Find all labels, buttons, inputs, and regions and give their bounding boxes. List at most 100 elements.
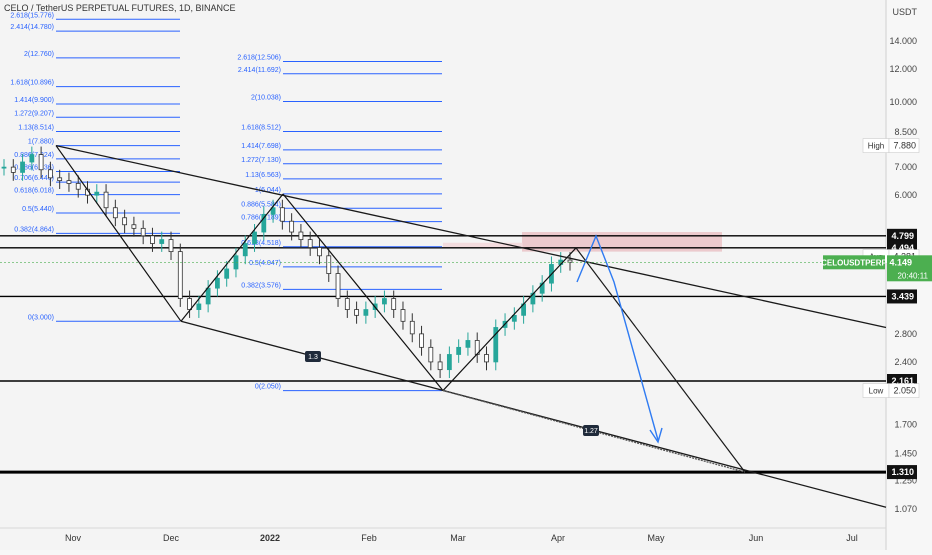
- channel-ratio-label: 1.3: [308, 354, 318, 361]
- candle-body: [428, 346, 434, 363]
- y-tick-label: 14.000: [889, 36, 917, 46]
- fib-label: 2(10.038): [251, 95, 281, 102]
- fib-label: 1.618(10.896): [10, 80, 54, 87]
- candle-body: [159, 239, 165, 244]
- candle-body: [335, 273, 341, 299]
- level-tag-label: 3.439: [891, 291, 914, 301]
- candle-body: [465, 340, 471, 348]
- fib-label: 0.618(6.018): [14, 188, 54, 195]
- stat-name: Low: [869, 387, 884, 396]
- x-tick-label: Jun: [749, 533, 764, 543]
- fib-label: 1.13(8.514): [18, 124, 54, 131]
- fib-label: 2.618(12.506): [237, 55, 281, 62]
- y-unit-label: USDT: [893, 7, 918, 17]
- candle-body: [279, 207, 285, 222]
- candle-body: [567, 259, 573, 263]
- fib-label: 2.414(11.692): [238, 67, 281, 74]
- x-tick-label: Nov: [65, 533, 82, 543]
- fib-label: 2(12.760): [24, 51, 54, 58]
- channel-ratio-label: 1.27: [584, 428, 598, 435]
- candle-body: [344, 298, 350, 310]
- current-price-value: 4.149: [889, 257, 912, 267]
- candle-body: [409, 320, 415, 335]
- candle-body: [437, 361, 443, 371]
- candle-body: [446, 354, 452, 371]
- y-tick-label: 12.000: [889, 64, 917, 74]
- candle-body: [140, 227, 146, 237]
- candle-body: [29, 154, 35, 163]
- y-tick-label: 7.000: [894, 162, 917, 172]
- y-tick-label: 2.800: [894, 329, 917, 339]
- fib-label: 0.5(4.047): [249, 260, 281, 267]
- fib-label: 1(7.880): [28, 139, 54, 146]
- fib-label: 2.618(15.776): [10, 12, 54, 19]
- stat-name: High: [868, 142, 884, 151]
- candle-body: [94, 191, 100, 196]
- candle-body: [317, 247, 322, 257]
- stat-value: 2.050: [893, 386, 916, 396]
- channel-ratio-badge: 1.3: [305, 351, 321, 362]
- candle-body: [326, 255, 332, 274]
- candle-body: [354, 309, 359, 316]
- candle-body: [215, 277, 220, 289]
- y-tick-label: 1.700: [894, 420, 917, 430]
- candle-body: [456, 346, 462, 355]
- candle-body: [298, 231, 304, 241]
- candle-body: [112, 207, 118, 219]
- y-tick-label: 6.000: [894, 190, 917, 200]
- channel-ratio-badge: 1.27: [583, 425, 599, 436]
- candle-body: [20, 161, 25, 173]
- y-tick-label: 10.000: [889, 97, 917, 107]
- candle-body: [75, 183, 81, 190]
- candle-body: [382, 298, 387, 305]
- level-tag-label: 4.799: [891, 231, 914, 241]
- fib-label: 1.414(7.698): [241, 143, 281, 150]
- fib-label: 0.382(4.864): [14, 226, 54, 233]
- x-tick-label: May: [647, 533, 665, 543]
- candle-body: [224, 268, 230, 279]
- candle-body: [391, 298, 397, 310]
- y-tick-label: 2.400: [894, 357, 917, 367]
- candle-body: [10, 166, 16, 173]
- candle-body: [150, 235, 155, 244]
- fib-label: 0.5(5.440): [22, 206, 54, 213]
- y-tick-label: 1.450: [894, 449, 917, 459]
- candle-body: [66, 180, 72, 184]
- x-tick-label: 2022: [260, 533, 280, 543]
- x-tick-label: Feb: [361, 533, 377, 543]
- fib-label: 1.414(9.900): [14, 97, 54, 104]
- x-tick-label: Mar: [450, 533, 466, 543]
- level-tag-label: 1.310: [891, 467, 914, 477]
- candle-body: [400, 309, 406, 322]
- fib-label: 2.414(14.780): [10, 24, 54, 31]
- price-countdown: 20:40:11: [897, 271, 928, 280]
- fib-label: 0(2.050): [255, 384, 281, 391]
- y-tick-label: 8.500: [894, 127, 917, 137]
- candle-body: [196, 303, 202, 310]
- candle-body: [38, 154, 44, 171]
- fib-label: 0(3.000): [28, 314, 54, 321]
- x-tick-label: Dec: [163, 533, 180, 543]
- candle-body: [484, 354, 489, 363]
- candle-body: [242, 243, 248, 257]
- candle-body: [1, 166, 7, 169]
- x-tick-label: Jul: [846, 533, 858, 543]
- candle-body: [307, 239, 313, 248]
- candle-body: [177, 251, 183, 299]
- fib-label: 1.272(9.207): [14, 110, 54, 117]
- resistance-zone: [522, 232, 722, 252]
- symbol-tag: CELOUSDTPERP: [821, 258, 887, 267]
- fib-label: 1.13(6.563): [245, 172, 281, 179]
- y-tick-label: 1.070: [894, 504, 917, 514]
- stat-value: 7.880: [893, 141, 916, 151]
- candle-body: [205, 287, 211, 305]
- candle-body: [419, 333, 424, 348]
- chart-title: CELO / TetherUS PERPETUAL FUTURES, 1D, B…: [4, 3, 236, 13]
- x-tick-label: Apr: [551, 533, 565, 543]
- fib-label: 1.272(7.130): [241, 157, 281, 164]
- candle-body: [363, 309, 369, 316]
- candle-body: [252, 231, 257, 244]
- candle-body: [131, 224, 137, 229]
- candle-body: [289, 220, 295, 233]
- price-chart[interactable]: 2.618(15.776) 2.414(14.780) 2(12.760) 1.618…: [0, 0, 932, 550]
